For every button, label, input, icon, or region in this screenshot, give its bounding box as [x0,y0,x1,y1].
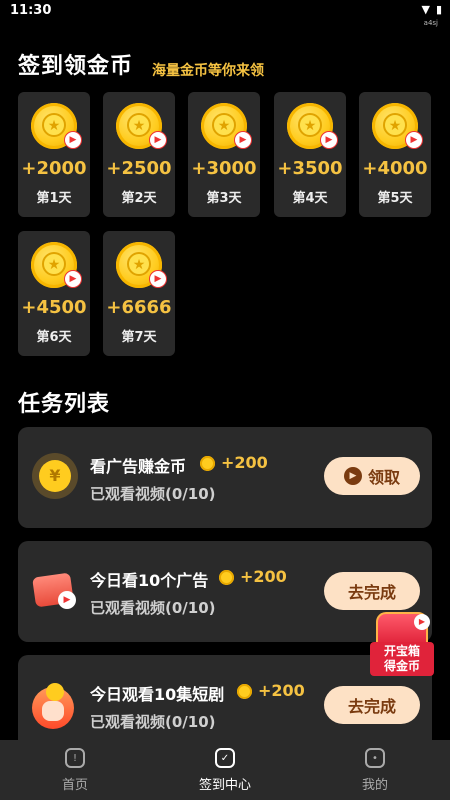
task-reward: +200 [258,681,305,700]
day-card-6[interactable]: ★ ▶ +4500 第6天 [18,231,90,356]
nav-profile[interactable]: • 我的 [300,740,450,800]
home-icon: ! [65,748,85,768]
day-card-3[interactable]: ★ ▶ +3000 第3天 [188,92,260,217]
day-card-7[interactable]: ★ ▶ +6666 第7天 [103,231,175,356]
nav-checkin-center[interactable]: ✓ 签到中心 [150,740,300,800]
day-card-2[interactable]: ★ ▶ +2500 第2天 [103,92,175,217]
go-complete-button-label: 去完成 [347,697,396,716]
go-complete-button[interactable]: 去完成 [324,686,420,724]
day-amount: +3500 [277,158,343,179]
coin-icon [219,570,234,585]
coin-icon [200,456,215,471]
calendar-check-icon: ✓ [215,748,235,768]
task-reward: +200 [221,453,268,472]
claim-button[interactable]: ▶ 领取 [324,457,420,495]
nav-label: 我的 [361,778,388,793]
play-icon: ▶ [405,131,423,149]
wifi-icon: ▼ [421,3,430,16]
day-label: 第3天 [206,191,242,206]
treasure-line-2: 得金币 [383,659,420,673]
nav-label: 首页 [61,778,88,793]
task-title: 今日观看10集短剧 [90,685,225,704]
task-progress: 已观看视频(0/10) [90,485,216,503]
task-card-1: ¥ 看广告赚金币 +200 已观看视频(0/10) ▶ 领取 [18,427,432,528]
day-amount: +2500 [106,158,172,179]
checkin-title: 签到领金币 [18,54,134,79]
play-icon: ▶ [149,270,167,288]
day-label: 第5天 [377,191,413,206]
day-label: 第7天 [121,330,157,345]
day-amount: +4000 [362,158,428,179]
bottom-nav: ! 首页 ✓ 签到中心 • 我的 [0,740,450,800]
treasure-chest-button[interactable]: ▶ 开宝箱 得金币 [370,612,434,680]
play-icon: ▶ [64,131,82,149]
hand-coin-icon [32,683,78,729]
task-progress: 已观看视频(0/10) [90,713,216,731]
coin-icon [237,684,252,699]
day-amount: +6666 [106,297,172,318]
play-icon: ▶ [414,614,430,630]
profile-icon: • [365,748,385,768]
treasure-line-1: 开宝箱 [383,644,420,658]
task-progress: 已观看视频(0/10) [90,599,216,617]
play-icon: ▶ [64,270,82,288]
battery-icon: ▮ [435,3,442,16]
nav-label: 签到中心 [198,778,251,793]
checkin-subtitle: 海量金币等你来领 [152,63,264,79]
play-icon: ▶ [234,131,252,149]
play-icon: ▶ [343,467,362,485]
task-title: 今日看10个广告 [90,571,209,590]
go-complete-button-label: 去完成 [347,583,396,602]
day-label: 第1天 [36,191,72,206]
go-complete-button[interactable]: 去完成 [324,572,420,610]
day-amount: +3000 [191,158,257,179]
day-amount: +2000 [21,158,87,179]
status-bar: 11:30 ▼ ▮ a4sj [0,0,450,27]
day-card-4[interactable]: ★ ▶ +3500 第4天 [274,92,346,217]
status-small-text: a4sj [423,19,438,27]
task-reward: +200 [240,567,287,586]
video-ad-icon: ▶ [32,571,78,617]
day-label: 第2天 [121,191,157,206]
claim-button-label: 领取 [367,468,400,487]
day-card-1[interactable]: ★ ▶ +2000 第1天 [18,92,90,217]
task-title: 看广告赚金币 [90,457,187,476]
day-label: 第4天 [292,191,328,206]
nav-home[interactable]: ! 首页 [0,740,150,800]
status-time: 11:30 [10,3,52,18]
play-icon: ▶ [149,131,167,149]
day-card-5[interactable]: ★ ▶ +4000 第5天 [359,92,431,217]
day-amount: +4500 [21,297,87,318]
play-icon: ▶ [320,131,338,149]
day-label: 第6天 [36,330,72,345]
yuan-coin-icon: ¥ [32,453,78,499]
tasks-title: 任务列表 [18,392,111,417]
